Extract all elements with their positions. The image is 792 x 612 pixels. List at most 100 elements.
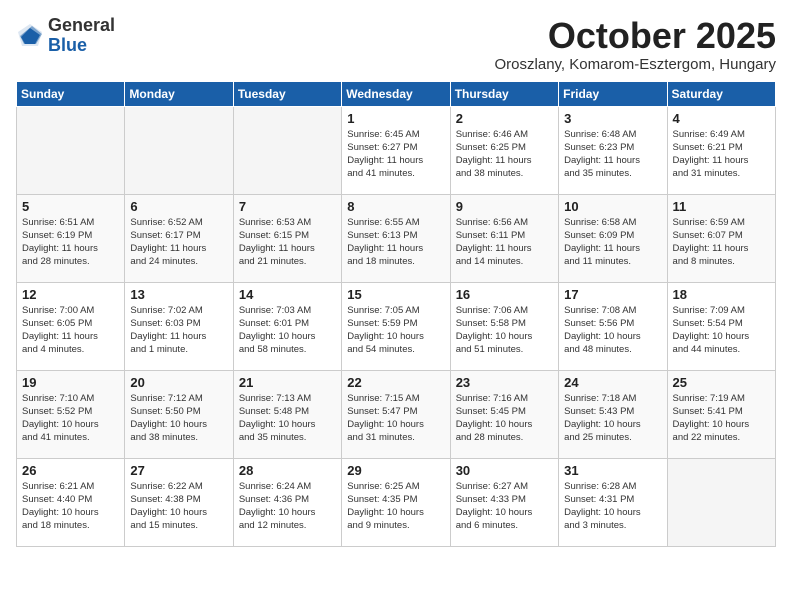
day-number: 21 bbox=[239, 375, 336, 390]
calendar-cell: 15 Sunrise: 7:05 AM Sunset: 5:59 PM Dayli… bbox=[342, 282, 450, 370]
calendar-cell: 10 Sunrise: 6:58 AM Sunset: 6:09 PM Dayli… bbox=[559, 194, 667, 282]
day-number: 12 bbox=[22, 287, 119, 302]
calendar-cell: 18Sunrise: 7:09 AM Sunset: 5:54 PM Dayli… bbox=[667, 282, 775, 370]
calendar-cell: 19 Sunrise: 7:10 AM Sunset: 5:52 PM Dayli… bbox=[17, 370, 125, 458]
calendar-cell: 5 Sunrise: 6:51 AM Sunset: 6:19 PM Daylig… bbox=[17, 194, 125, 282]
day-number: 26 bbox=[22, 463, 119, 478]
day-number: 29 bbox=[347, 463, 444, 478]
day-info: Sunrise: 6:51 AM Sunset: 6:19 PM Dayligh… bbox=[22, 216, 119, 269]
logo-blue: Blue bbox=[48, 36, 115, 56]
calendar-cell: 30 Sunrise: 6:27 AM Sunset: 4:33 PM Dayli… bbox=[450, 458, 558, 546]
day-info: Sunrise: 7:13 AM Sunset: 5:48 PM Dayligh… bbox=[239, 392, 336, 445]
day-info: Sunrise: 7:06 AM Sunset: 5:58 PM Dayligh… bbox=[456, 304, 553, 357]
calendar-cell: 3Sunrise: 6:48 AM Sunset: 6:23 PM Daylig… bbox=[559, 106, 667, 194]
day-number: 18 bbox=[673, 287, 770, 302]
logo: General Blue bbox=[16, 16, 115, 56]
day-number: 30 bbox=[456, 463, 553, 478]
day-info: Sunrise: 6:24 AM Sunset: 4:36 PM Dayligh… bbox=[239, 480, 336, 533]
weekday-header: Thursday bbox=[450, 81, 558, 106]
day-info: Sunrise: 6:45 AM Sunset: 6:27 PM Dayligh… bbox=[347, 128, 444, 181]
day-info: Sunrise: 7:10 AM Sunset: 5:52 PM Dayligh… bbox=[22, 392, 119, 445]
calendar-week-row: 26Sunrise: 6:21 AM Sunset: 4:40 PM Dayli… bbox=[17, 458, 776, 546]
calendar-cell: 26Sunrise: 6:21 AM Sunset: 4:40 PM Dayli… bbox=[17, 458, 125, 546]
day-info: Sunrise: 6:49 AM Sunset: 6:21 PM Dayligh… bbox=[673, 128, 770, 181]
calendar-cell: 27 Sunrise: 6:22 AM Sunset: 4:38 PM Dayli… bbox=[125, 458, 233, 546]
day-number: 16 bbox=[456, 287, 553, 302]
calendar-cell: 11Sunrise: 6:59 AM Sunset: 6:07 PM Dayli… bbox=[667, 194, 775, 282]
day-number: 28 bbox=[239, 463, 336, 478]
day-info: Sunrise: 6:27 AM Sunset: 4:33 PM Dayligh… bbox=[456, 480, 553, 533]
day-info: Sunrise: 6:46 AM Sunset: 6:25 PM Dayligh… bbox=[456, 128, 553, 181]
day-info: Sunrise: 7:16 AM Sunset: 5:45 PM Dayligh… bbox=[456, 392, 553, 445]
page-header: General Blue October 2025 Oroszlany, Kom… bbox=[16, 16, 776, 73]
day-info: Sunrise: 7:05 AM Sunset: 5:59 PM Dayligh… bbox=[347, 304, 444, 357]
day-info: Sunrise: 6:22 AM Sunset: 4:38 PM Dayligh… bbox=[130, 480, 227, 533]
day-number: 4 bbox=[673, 111, 770, 126]
calendar-cell: 9Sunrise: 6:56 AM Sunset: 6:11 PM Daylig… bbox=[450, 194, 558, 282]
calendar-cell: 21 Sunrise: 7:13 AM Sunset: 5:48 PM Dayli… bbox=[233, 370, 341, 458]
weekday-header: Wednesday bbox=[342, 81, 450, 106]
day-number: 7 bbox=[239, 199, 336, 214]
calendar-cell: 25 Sunrise: 7:19 AM Sunset: 5:41 PM Dayli… bbox=[667, 370, 775, 458]
calendar-cell: 1 Sunrise: 6:45 AM Sunset: 6:27 PM Daylig… bbox=[342, 106, 450, 194]
calendar-cell bbox=[667, 458, 775, 546]
day-info: Sunrise: 7:18 AM Sunset: 5:43 PM Dayligh… bbox=[564, 392, 661, 445]
day-number: 10 bbox=[564, 199, 661, 214]
day-number: 13 bbox=[130, 287, 227, 302]
calendar-cell: 2 Sunrise: 6:46 AM Sunset: 6:25 PM Daylig… bbox=[450, 106, 558, 194]
day-number: 8 bbox=[347, 199, 444, 214]
day-number: 15 bbox=[347, 287, 444, 302]
day-info: Sunrise: 7:12 AM Sunset: 5:50 PM Dayligh… bbox=[130, 392, 227, 445]
day-number: 17 bbox=[564, 287, 661, 302]
day-number: 25 bbox=[673, 375, 770, 390]
calendar-week-row: 19 Sunrise: 7:10 AM Sunset: 5:52 PM Dayli… bbox=[17, 370, 776, 458]
day-info: Sunrise: 6:48 AM Sunset: 6:23 PM Dayligh… bbox=[564, 128, 661, 181]
weekday-header: Friday bbox=[559, 81, 667, 106]
day-number: 5 bbox=[22, 199, 119, 214]
weekday-header: Sunday bbox=[17, 81, 125, 106]
weekday-header-row: SundayMondayTuesdayWednesdayThursdayFrid… bbox=[17, 81, 776, 106]
calendar-cell bbox=[233, 106, 341, 194]
month-title: October 2025 bbox=[495, 16, 776, 56]
day-info: Sunrise: 7:19 AM Sunset: 5:41 PM Dayligh… bbox=[673, 392, 770, 445]
day-info: Sunrise: 6:58 AM Sunset: 6:09 PM Dayligh… bbox=[564, 216, 661, 269]
weekday-header: Monday bbox=[125, 81, 233, 106]
day-info: Sunrise: 7:08 AM Sunset: 5:56 PM Dayligh… bbox=[564, 304, 661, 357]
day-info: Sunrise: 6:52 AM Sunset: 6:17 PM Dayligh… bbox=[130, 216, 227, 269]
day-info: Sunrise: 7:15 AM Sunset: 5:47 PM Dayligh… bbox=[347, 392, 444, 445]
day-number: 24 bbox=[564, 375, 661, 390]
calendar-table: SundayMondayTuesdayWednesdayThursdayFrid… bbox=[16, 81, 776, 547]
calendar-cell bbox=[17, 106, 125, 194]
day-number: 6 bbox=[130, 199, 227, 214]
logo-text: General Blue bbox=[48, 16, 115, 56]
title-area: October 2025 Oroszlany, Komarom-Esztergo… bbox=[495, 16, 776, 73]
day-info: Sunrise: 7:03 AM Sunset: 6:01 PM Dayligh… bbox=[239, 304, 336, 357]
calendar-week-row: 5 Sunrise: 6:51 AM Sunset: 6:19 PM Daylig… bbox=[17, 194, 776, 282]
calendar-cell: 28 Sunrise: 6:24 AM Sunset: 4:36 PM Dayli… bbox=[233, 458, 341, 546]
day-number: 11 bbox=[673, 199, 770, 214]
day-info: Sunrise: 6:56 AM Sunset: 6:11 PM Dayligh… bbox=[456, 216, 553, 269]
day-info: Sunrise: 7:00 AM Sunset: 6:05 PM Dayligh… bbox=[22, 304, 119, 357]
day-number: 27 bbox=[130, 463, 227, 478]
day-number: 2 bbox=[456, 111, 553, 126]
day-number: 22 bbox=[347, 375, 444, 390]
calendar-cell: 8 Sunrise: 6:55 AM Sunset: 6:13 PM Daylig… bbox=[342, 194, 450, 282]
day-number: 1 bbox=[347, 111, 444, 126]
day-info: Sunrise: 6:55 AM Sunset: 6:13 PM Dayligh… bbox=[347, 216, 444, 269]
calendar-week-row: 1 Sunrise: 6:45 AM Sunset: 6:27 PM Daylig… bbox=[17, 106, 776, 194]
day-number: 31 bbox=[564, 463, 661, 478]
calendar-cell: 17 Sunrise: 7:08 AM Sunset: 5:56 PM Dayli… bbox=[559, 282, 667, 370]
day-number: 19 bbox=[22, 375, 119, 390]
calendar-cell: 22 Sunrise: 7:15 AM Sunset: 5:47 PM Dayli… bbox=[342, 370, 450, 458]
calendar-cell: 14Sunrise: 7:03 AM Sunset: 6:01 PM Dayli… bbox=[233, 282, 341, 370]
calendar-cell: 23 Sunrise: 7:16 AM Sunset: 5:45 PM Dayli… bbox=[450, 370, 558, 458]
calendar-cell: 7 Sunrise: 6:53 AM Sunset: 6:15 PM Daylig… bbox=[233, 194, 341, 282]
day-info: Sunrise: 6:53 AM Sunset: 6:15 PM Dayligh… bbox=[239, 216, 336, 269]
logo-icon bbox=[16, 22, 44, 50]
calendar-cell: 13Sunrise: 7:02 AM Sunset: 6:03 PM Dayli… bbox=[125, 282, 233, 370]
day-number: 23 bbox=[456, 375, 553, 390]
calendar-cell: 4 Sunrise: 6:49 AM Sunset: 6:21 PM Daylig… bbox=[667, 106, 775, 194]
day-info: Sunrise: 6:28 AM Sunset: 4:31 PM Dayligh… bbox=[564, 480, 661, 533]
calendar-cell: 16 Sunrise: 7:06 AM Sunset: 5:58 PM Dayli… bbox=[450, 282, 558, 370]
logo-general: General bbox=[48, 16, 115, 36]
